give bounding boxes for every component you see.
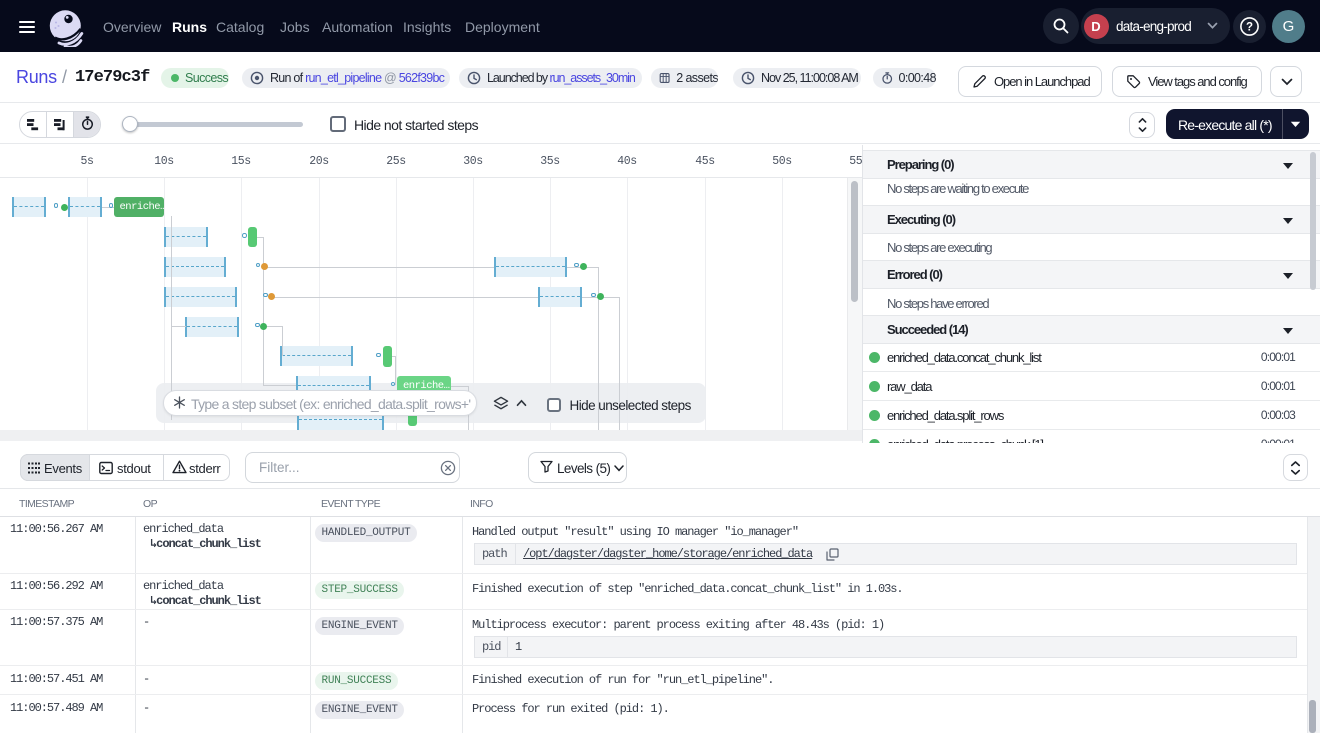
svg-text:?: ? bbox=[1246, 21, 1253, 33]
